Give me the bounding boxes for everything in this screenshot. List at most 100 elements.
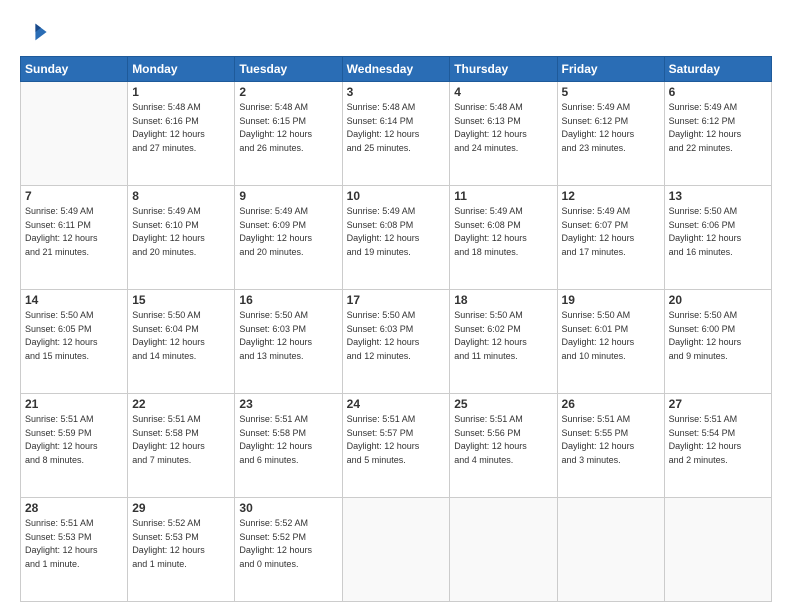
calendar-cell: 4 Sunrise: 5:48 AM Sunset: 6:13 PM Daylig…	[450, 82, 557, 186]
day-info: Sunrise: 5:50 AM Sunset: 6:00 PM Dayligh…	[669, 309, 767, 363]
calendar-cell: 20 Sunrise: 5:50 AM Sunset: 6:00 PM Dayli…	[664, 290, 771, 394]
calendar-cell: 24Sunrise: 5:51 AM Sunset: 5:57 PM Dayli…	[342, 394, 450, 498]
day-number: 19	[562, 293, 660, 307]
calendar-cell	[664, 498, 771, 602]
calendar-week-4: 28 Sunrise: 5:51 AM Sunset: 5:53 PM Dayli…	[21, 498, 772, 602]
day-info: Sunrise: 5:51 AM Sunset: 5:53 PM Dayligh…	[25, 517, 123, 571]
day-info: Sunrise: 5:48 AM Sunset: 6:15 PM Dayligh…	[239, 101, 337, 155]
day-number: 25	[454, 397, 552, 411]
day-info: Sunrise: 5:49 AM Sunset: 6:08 PM Dayligh…	[347, 205, 446, 259]
calendar-cell: 19 Sunrise: 5:50 AM Sunset: 6:01 PM Dayli…	[557, 290, 664, 394]
day-number: 7	[25, 189, 123, 203]
calendar-cell: 2 Sunrise: 5:48 AM Sunset: 6:15 PM Daylig…	[235, 82, 342, 186]
day-info: Sunrise: 5:50 AM Sunset: 6:03 PM Dayligh…	[347, 309, 446, 363]
calendar-cell: 27Sunrise: 5:51 AM Sunset: 5:54 PM Dayli…	[664, 394, 771, 498]
day-number: 18	[454, 293, 552, 307]
day-number: 4	[454, 85, 552, 99]
calendar-cell: 10Sunrise: 5:49 AM Sunset: 6:08 PM Dayli…	[342, 186, 450, 290]
calendar-cell: 7 Sunrise: 5:49 AM Sunset: 6:11 PM Daylig…	[21, 186, 128, 290]
day-number: 3	[347, 85, 446, 99]
day-info: Sunrise: 5:51 AM Sunset: 5:57 PM Dayligh…	[347, 413, 446, 467]
day-number: 28	[25, 501, 123, 515]
day-info: Sunrise: 5:51 AM Sunset: 5:58 PM Dayligh…	[132, 413, 230, 467]
day-info: Sunrise: 5:49 AM Sunset: 6:12 PM Dayligh…	[669, 101, 767, 155]
day-info: Sunrise: 5:51 AM Sunset: 5:54 PM Dayligh…	[669, 413, 767, 467]
calendar-cell: 5Sunrise: 5:49 AM Sunset: 6:12 PM Daylig…	[557, 82, 664, 186]
calendar-cell: 25 Sunrise: 5:51 AM Sunset: 5:56 PM Dayli…	[450, 394, 557, 498]
calendar-cell: 23Sunrise: 5:51 AM Sunset: 5:58 PM Dayli…	[235, 394, 342, 498]
calendar-cell: 15 Sunrise: 5:50 AM Sunset: 6:04 PM Dayli…	[128, 290, 235, 394]
day-info: Sunrise: 5:51 AM Sunset: 5:56 PM Dayligh…	[454, 413, 552, 467]
col-header-monday: Monday	[128, 57, 235, 82]
calendar-cell: 1Sunrise: 5:48 AM Sunset: 6:16 PM Daylig…	[128, 82, 235, 186]
day-info: Sunrise: 5:49 AM Sunset: 6:08 PM Dayligh…	[454, 205, 552, 259]
day-info: Sunrise: 5:50 AM Sunset: 6:06 PM Dayligh…	[669, 205, 767, 259]
day-info: Sunrise: 5:50 AM Sunset: 6:05 PM Dayligh…	[25, 309, 123, 363]
calendar-cell: 12 Sunrise: 5:49 AM Sunset: 6:07 PM Dayli…	[557, 186, 664, 290]
col-header-saturday: Saturday	[664, 57, 771, 82]
calendar-cell: 11 Sunrise: 5:49 AM Sunset: 6:08 PM Dayli…	[450, 186, 557, 290]
day-info: Sunrise: 5:50 AM Sunset: 6:04 PM Dayligh…	[132, 309, 230, 363]
day-info: Sunrise: 5:50 AM Sunset: 6:03 PM Dayligh…	[239, 309, 337, 363]
day-info: Sunrise: 5:49 AM Sunset: 6:07 PM Dayligh…	[562, 205, 660, 259]
calendar-week-0: 1Sunrise: 5:48 AM Sunset: 6:16 PM Daylig…	[21, 82, 772, 186]
day-number: 20	[669, 293, 767, 307]
logo	[20, 18, 52, 46]
calendar-week-2: 14 Sunrise: 5:50 AM Sunset: 6:05 PM Dayli…	[21, 290, 772, 394]
calendar-cell: 14 Sunrise: 5:50 AM Sunset: 6:05 PM Dayli…	[21, 290, 128, 394]
day-number: 9	[239, 189, 337, 203]
col-header-tuesday: Tuesday	[235, 57, 342, 82]
day-number: 8	[132, 189, 230, 203]
calendar-cell: 18Sunrise: 5:50 AM Sunset: 6:02 PM Dayli…	[450, 290, 557, 394]
day-number: 16	[239, 293, 337, 307]
day-number: 26	[562, 397, 660, 411]
calendar-week-3: 21 Sunrise: 5:51 AM Sunset: 5:59 PM Dayli…	[21, 394, 772, 498]
day-number: 12	[562, 189, 660, 203]
calendar-cell: 21 Sunrise: 5:51 AM Sunset: 5:59 PM Dayli…	[21, 394, 128, 498]
day-info: Sunrise: 5:49 AM Sunset: 6:11 PM Dayligh…	[25, 205, 123, 259]
day-info: Sunrise: 5:52 AM Sunset: 5:53 PM Dayligh…	[132, 517, 230, 571]
day-info: Sunrise: 5:51 AM Sunset: 5:55 PM Dayligh…	[562, 413, 660, 467]
col-header-sunday: Sunday	[21, 57, 128, 82]
col-header-friday: Friday	[557, 57, 664, 82]
calendar-cell: 22 Sunrise: 5:51 AM Sunset: 5:58 PM Dayli…	[128, 394, 235, 498]
calendar-header-row: SundayMondayTuesdayWednesdayThursdayFrid…	[21, 57, 772, 82]
day-number: 21	[25, 397, 123, 411]
calendar-cell: 28 Sunrise: 5:51 AM Sunset: 5:53 PM Dayli…	[21, 498, 128, 602]
day-number: 2	[239, 85, 337, 99]
header	[20, 18, 772, 46]
calendar-cell	[21, 82, 128, 186]
day-number: 11	[454, 189, 552, 203]
day-info: Sunrise: 5:48 AM Sunset: 6:14 PM Dayligh…	[347, 101, 446, 155]
logo-icon	[20, 18, 48, 46]
calendar-cell: 9 Sunrise: 5:49 AM Sunset: 6:09 PM Daylig…	[235, 186, 342, 290]
day-info: Sunrise: 5:51 AM Sunset: 5:58 PM Dayligh…	[239, 413, 337, 467]
col-header-thursday: Thursday	[450, 57, 557, 82]
day-number: 29	[132, 501, 230, 515]
day-info: Sunrise: 5:51 AM Sunset: 5:59 PM Dayligh…	[25, 413, 123, 467]
day-number: 1	[132, 85, 230, 99]
day-info: Sunrise: 5:50 AM Sunset: 6:01 PM Dayligh…	[562, 309, 660, 363]
calendar-cell: 16 Sunrise: 5:50 AM Sunset: 6:03 PM Dayli…	[235, 290, 342, 394]
calendar-week-1: 7 Sunrise: 5:49 AM Sunset: 6:11 PM Daylig…	[21, 186, 772, 290]
day-info: Sunrise: 5:49 AM Sunset: 6:09 PM Dayligh…	[239, 205, 337, 259]
calendar-cell: 29 Sunrise: 5:52 AM Sunset: 5:53 PM Dayli…	[128, 498, 235, 602]
calendar-cell: 3 Sunrise: 5:48 AM Sunset: 6:14 PM Daylig…	[342, 82, 450, 186]
calendar-table: SundayMondayTuesdayWednesdayThursdayFrid…	[20, 56, 772, 602]
day-info: Sunrise: 5:48 AM Sunset: 6:13 PM Dayligh…	[454, 101, 552, 155]
day-number: 13	[669, 189, 767, 203]
page: SundayMondayTuesdayWednesdayThursdayFrid…	[0, 0, 792, 612]
day-number: 30	[239, 501, 337, 515]
calendar-cell: 30 Sunrise: 5:52 AM Sunset: 5:52 PM Dayli…	[235, 498, 342, 602]
calendar-cell	[450, 498, 557, 602]
day-number: 14	[25, 293, 123, 307]
col-header-wednesday: Wednesday	[342, 57, 450, 82]
calendar-cell: 13 Sunrise: 5:50 AM Sunset: 6:06 PM Dayli…	[664, 186, 771, 290]
day-number: 22	[132, 397, 230, 411]
day-number: 6	[669, 85, 767, 99]
day-info: Sunrise: 5:52 AM Sunset: 5:52 PM Dayligh…	[239, 517, 337, 571]
day-info: Sunrise: 5:49 AM Sunset: 6:12 PM Dayligh…	[562, 101, 660, 155]
calendar-cell: 17 Sunrise: 5:50 AM Sunset: 6:03 PM Dayli…	[342, 290, 450, 394]
day-number: 17	[347, 293, 446, 307]
day-number: 15	[132, 293, 230, 307]
